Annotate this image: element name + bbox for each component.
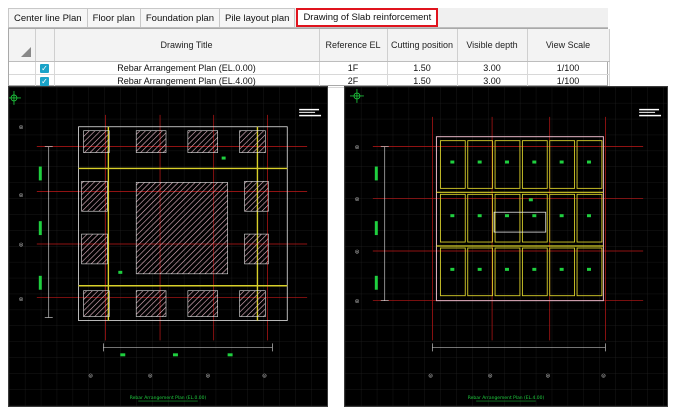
table-header-row: Drawing Title Reference EL Cutting posit… bbox=[9, 29, 610, 62]
rebar-marker bbox=[477, 160, 482, 164]
cell-drawing-title[interactable]: Rebar Arrangement Plan (EL.0.00) bbox=[54, 61, 320, 75]
drawing-preview-el-0[interactable]: ◎ ◎ ◎ ◎ ◎ ◎ ◎ ◎ Rebar Arrangement Plan (EL.0.0… bbox=[8, 86, 328, 407]
cell-visible-depth[interactable]: 3.00 bbox=[457, 61, 528, 75]
svg-text:◎: ◎ bbox=[355, 249, 360, 255]
rebar-marker bbox=[505, 267, 509, 271]
drawing-list-grid: Drawing Title Reference EL Cutting posit… bbox=[8, 28, 610, 88]
svg-text:◎: ◎ bbox=[546, 373, 551, 379]
rebar-marker bbox=[532, 160, 537, 164]
svg-text:◎: ◎ bbox=[601, 373, 606, 379]
rebar-marker bbox=[505, 160, 509, 164]
rebar-marker bbox=[450, 160, 455, 164]
rebar-marker bbox=[450, 267, 455, 271]
col-header-visible-depth[interactable]: Visible depth bbox=[457, 29, 528, 62]
rebar-marker bbox=[505, 214, 509, 218]
cell-view-scale[interactable]: 1/100 bbox=[527, 61, 610, 75]
rebar-marker bbox=[559, 160, 564, 164]
tab-slab-reinforcement[interactable]: Drawing of Slab reinforcement bbox=[296, 8, 439, 27]
row-selector[interactable] bbox=[9, 61, 36, 75]
row-checkbox[interactable]: ✓ bbox=[35, 61, 55, 75]
rebar-marker bbox=[586, 267, 591, 271]
cad-canvas-1[interactable]: ◎ ◎ ◎ ◎ ◎ ◎ ◎ ◎ Rebar Arrangement Plan (EL.0.0… bbox=[9, 87, 327, 406]
col-header-drawing-title[interactable]: Drawing Title bbox=[54, 29, 320, 62]
svg-text:◎: ◎ bbox=[355, 196, 360, 202]
checkmark-icon: ✓ bbox=[40, 63, 49, 73]
svg-text:◎: ◎ bbox=[19, 297, 24, 303]
svg-text:◎: ◎ bbox=[206, 373, 211, 379]
svg-text:◎: ◎ bbox=[428, 373, 433, 379]
rebar-marker bbox=[477, 267, 482, 271]
tab-pile-layout-plan[interactable]: Pile layout plan bbox=[219, 8, 296, 27]
drawing-caption: Rebar Arrangement Plan (EL.0.00) bbox=[130, 395, 207, 401]
svg-text:◎: ◎ bbox=[355, 299, 360, 305]
svg-text:◎: ◎ bbox=[355, 145, 360, 151]
svg-text:◎: ◎ bbox=[19, 242, 24, 248]
rebar-marker bbox=[477, 214, 482, 218]
svg-text:◎: ◎ bbox=[148, 373, 153, 379]
tab-strip: Center line Plan Floor plan Foundation p… bbox=[8, 8, 608, 28]
svg-text:◎: ◎ bbox=[89, 373, 94, 379]
tab-foundation-plan[interactable]: Foundation plan bbox=[139, 8, 220, 27]
rebar-marker bbox=[586, 214, 591, 218]
col-header-cutting-position[interactable]: Cutting position bbox=[387, 29, 458, 62]
table-row[interactable]: ✓ Rebar Arrangement Plan (EL.0.00) 1F 1.… bbox=[9, 61, 610, 75]
rebar-marker bbox=[450, 214, 455, 218]
check-column-header bbox=[35, 29, 55, 62]
cell-cutting-position[interactable]: 1.50 bbox=[387, 61, 458, 75]
triangle-corner-icon bbox=[20, 46, 31, 57]
tab-floor-plan[interactable]: Floor plan bbox=[86, 8, 141, 27]
cell-reference-el[interactable]: 1F bbox=[319, 61, 388, 75]
rebar-marker bbox=[559, 214, 564, 218]
drawing-table: Drawing Title Reference EL Cutting posit… bbox=[9, 29, 610, 88]
rebar-marker bbox=[586, 160, 591, 164]
svg-text:◎: ◎ bbox=[19, 125, 24, 131]
svg-text:◎: ◎ bbox=[488, 373, 493, 379]
rebar-marker bbox=[532, 214, 537, 218]
col-header-reference-el[interactable]: Reference EL bbox=[319, 29, 388, 62]
svg-text:◎: ◎ bbox=[19, 192, 24, 198]
drawing-preview-el-4[interactable]: ◎ ◎ ◎ ◎ ◎ ◎ ◎ ◎ Rebar Arrangement Plan (EL.4.0… bbox=[344, 86, 668, 407]
tab-center-line-plan[interactable]: Center line Plan bbox=[8, 8, 88, 27]
drawing-caption: Rebar Arrangement Plan (EL.4.00) bbox=[468, 395, 545, 401]
svg-text:◎: ◎ bbox=[262, 373, 267, 379]
select-all-corner[interactable] bbox=[9, 29, 36, 62]
col-header-view-scale[interactable]: View Scale bbox=[527, 29, 610, 62]
checkmark-icon: ✓ bbox=[40, 76, 49, 86]
cad-canvas-2[interactable]: ◎ ◎ ◎ ◎ ◎ ◎ ◎ ◎ Rebar Arrangement Plan (EL.4.0… bbox=[345, 87, 667, 406]
rebar-marker bbox=[532, 267, 537, 271]
rebar-marker bbox=[559, 267, 564, 271]
